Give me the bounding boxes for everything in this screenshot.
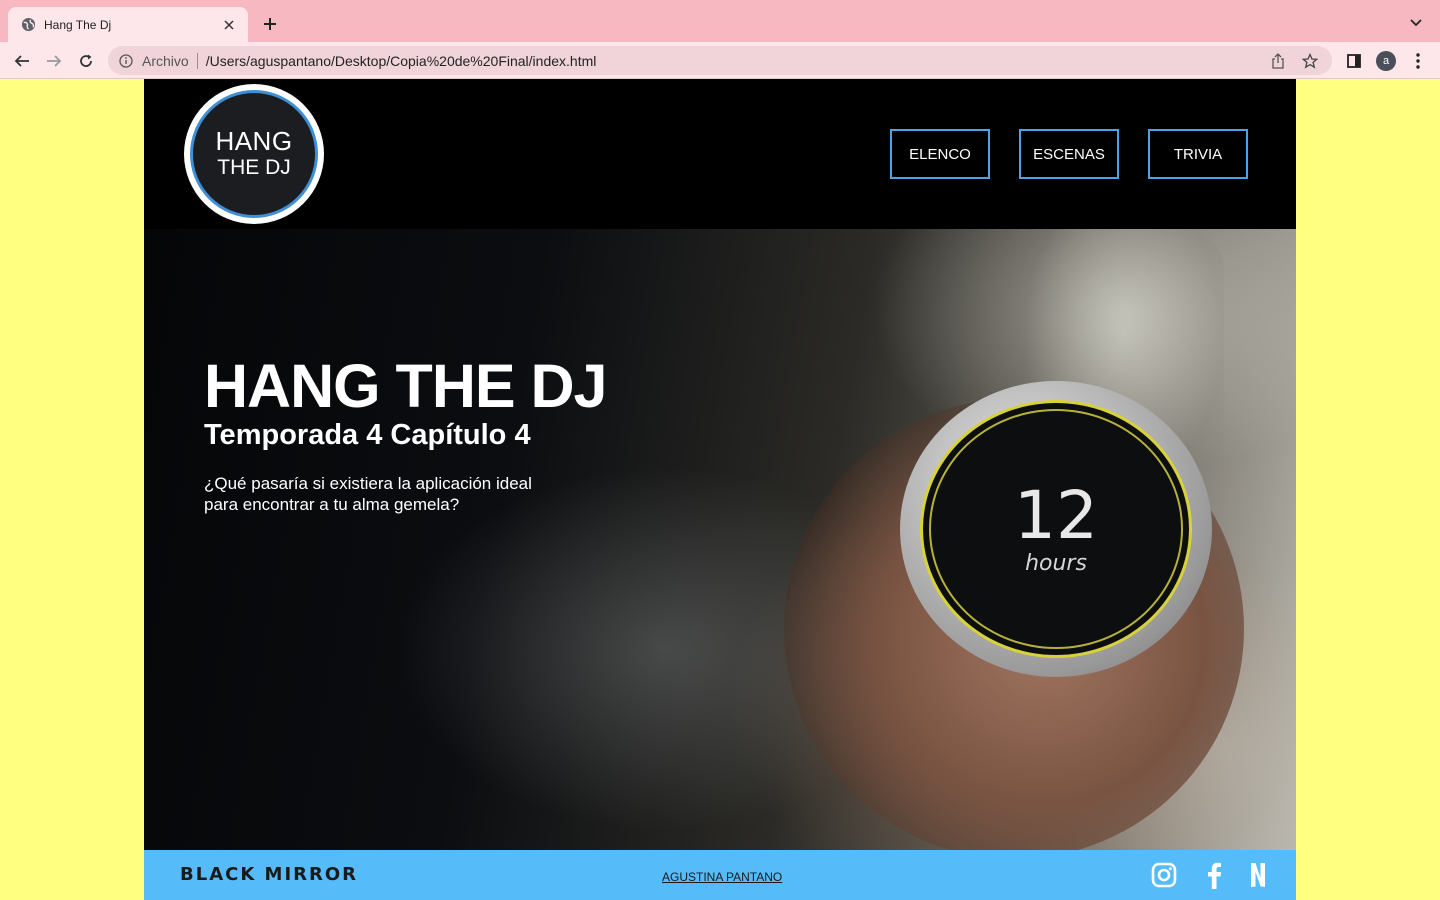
site-header: HANG THE DJ ELENCO ESCENAS TRIVIA — [144, 79, 1296, 229]
omnibox-scheme-label: Archivo — [142, 52, 189, 69]
nav-link-escenas[interactable]: ESCENAS — [1019, 129, 1119, 179]
browser-toolbar: Archivo /Users/aguspantano/Desktop/Copia… — [0, 42, 1440, 79]
plus-icon[interactable] — [258, 12, 282, 36]
instagram-icon[interactable] — [1149, 860, 1179, 890]
coach-device-screen: 12 hours — [920, 400, 1192, 658]
logo-line-1: HANG — [215, 126, 293, 156]
site-logo[interactable]: HANG THE DJ — [184, 84, 324, 224]
back-arrow-icon[interactable] — [10, 49, 34, 73]
side-panel-icon[interactable] — [1342, 49, 1366, 73]
logo-badge: HANG THE DJ — [190, 90, 318, 218]
nav-link-trivia[interactable]: TRIVIA — [1148, 129, 1248, 179]
omnibox-url[interactable]: /Users/aguspantano/Desktop/Copia%20de%20… — [206, 53, 1258, 69]
share-icon[interactable] — [1266, 49, 1290, 73]
browser-tab[interactable]: Hang The Dj — [8, 7, 248, 42]
avatar: a — [1376, 51, 1396, 71]
facebook-icon[interactable] — [1199, 860, 1229, 890]
device-countdown-number: 12 — [1014, 476, 1098, 554]
address-bar[interactable]: Archivo /Users/aguspantano/Desktop/Copia… — [108, 46, 1332, 75]
more-vertical-icon[interactable] — [1406, 49, 1430, 73]
nav-link-elenco[interactable]: ELENCO — [890, 129, 990, 179]
hero-banner: 12 hours HANG THE DJ Temporada 4 Capítul… — [144, 229, 1296, 850]
hero-title: HANG THE DJ — [204, 352, 607, 420]
web-page: HANG THE DJ ELENCO ESCENAS TRIVIA 12 hou… — [144, 79, 1296, 900]
browser-tabbar: Hang The Dj — [0, 0, 1440, 42]
site-footer: BLACK MIRROR AGUSTINA PANTANO — [144, 850, 1296, 900]
tab-title: Hang The Dj — [44, 17, 112, 32]
author-link[interactable]: AGUSTINA PANTANO — [662, 870, 782, 884]
netflix-icon[interactable] — [1243, 860, 1273, 890]
device-countdown-unit: hours — [1025, 550, 1087, 576]
globe-icon — [20, 17, 36, 33]
hero-tagline: ¿Qué pasaría si existiera la aplicación … — [204, 474, 532, 514]
logo-line-2: THE DJ — [217, 156, 291, 179]
reload-icon[interactable] — [74, 49, 98, 73]
forward-arrow-icon[interactable] — [42, 49, 66, 73]
coach-device: 12 hours — [900, 381, 1212, 677]
chevron-down-icon[interactable] — [1406, 13, 1426, 33]
omnibox-divider — [196, 52, 198, 69]
profile-avatar[interactable]: a — [1374, 49, 1398, 73]
black-mirror-logo: BLACK MIRROR — [180, 864, 359, 885]
close-icon[interactable] — [220, 16, 238, 34]
hero-subtitle: Temporada 4 Capítulo 4 — [204, 419, 531, 451]
star-icon[interactable] — [1298, 49, 1322, 73]
info-icon[interactable] — [118, 53, 134, 69]
